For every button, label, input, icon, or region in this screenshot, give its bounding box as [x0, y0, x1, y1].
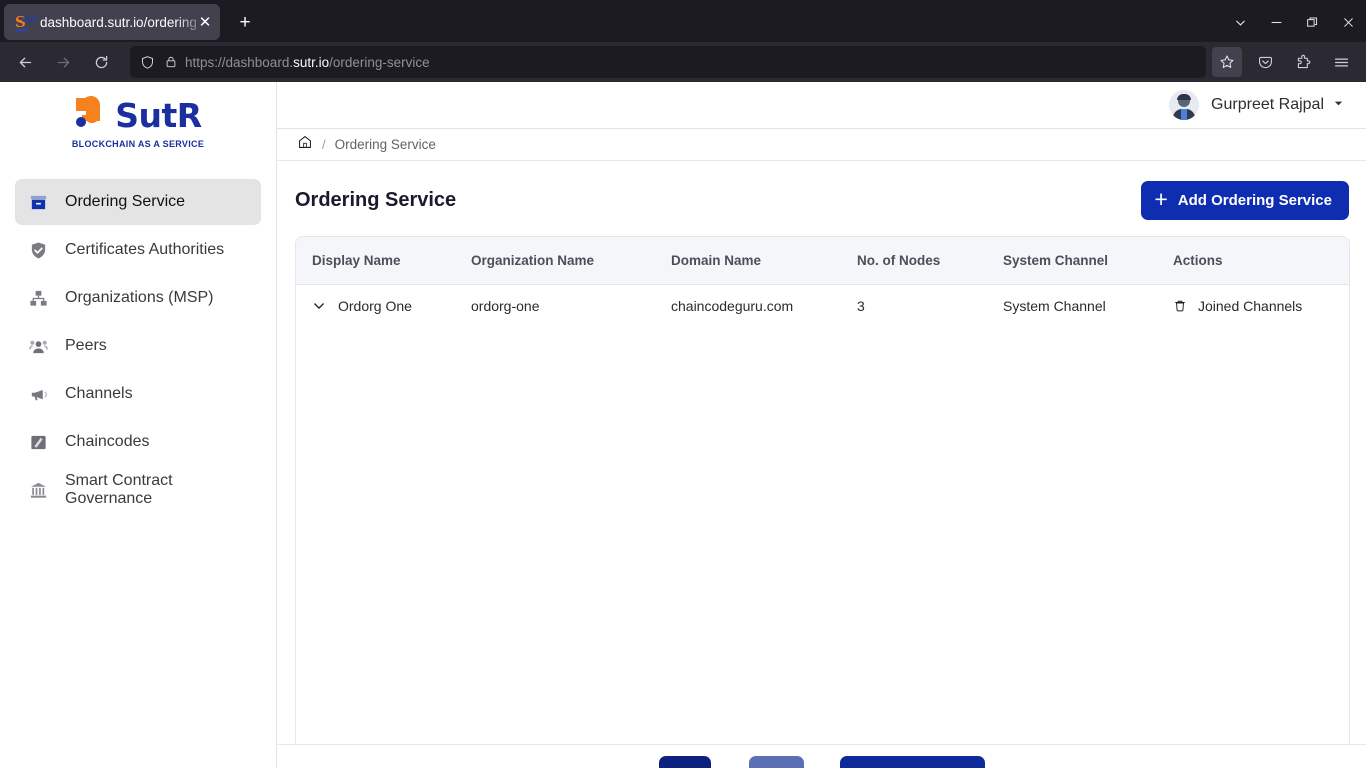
page-title: Ordering Service: [295, 189, 457, 211]
sidebar-item-smart-contract-governance[interactable]: Smart Contract Governance: [15, 467, 261, 513]
bottom-button-1[interactable]: [658, 756, 711, 768]
url-bar[interactable]: https://dashboard.sutr.io/ordering-servi…: [130, 46, 1206, 78]
url-suffix: /ordering-service: [329, 54, 430, 70]
star-icon[interactable]: [1212, 47, 1242, 77]
url-domain: sutr.io: [293, 54, 330, 70]
column-header-no-of-nodes[interactable]: No. of Nodes: [857, 237, 1003, 285]
sidebar-item-label: Ordering Service: [65, 193, 186, 210]
home-icon[interactable]: [297, 134, 313, 155]
sidebar-item-label: Chaincodes: [65, 433, 150, 450]
window-close-icon[interactable]: [1330, 6, 1366, 38]
toolbar-right: [1212, 46, 1360, 78]
breadcrumb-separator: /: [322, 137, 326, 152]
logo-tagline: BLOCKCHAIN AS A SERVICE: [71, 139, 205, 149]
browser-window: S SutR dashboard.sutr.io/ordering ✕ + ht…: [0, 0, 1366, 768]
page-header: Ordering Service + Add Ordering Service: [295, 181, 1350, 220]
bank-icon: [27, 479, 49, 501]
org-chart-icon: [27, 287, 49, 309]
column-header-organization-name[interactable]: Organization Name: [471, 237, 671, 285]
ordering-service-table: Display Name Organization Name Domain Na…: [296, 237, 1349, 327]
tab-title: dashboard.sutr.io/ordering: [40, 14, 197, 30]
avatar: [1169, 90, 1200, 120]
column-header-domain-name[interactable]: Domain Name: [671, 237, 857, 285]
url-prefix: https://dashboard.: [185, 54, 294, 70]
add-button-label: Add Ordering Service: [1177, 192, 1332, 209]
sidebar-item-organizations-msp[interactable]: Organizations (MSP): [15, 275, 261, 321]
sidebar-item-label: Channels: [65, 385, 133, 402]
new-tab-button[interactable]: +: [230, 7, 260, 37]
user-menu[interactable]: Gurpreet Rajpal: [1169, 90, 1344, 120]
forward-arrow-icon[interactable]: [47, 46, 79, 78]
table-header-row: Display Name Organization Name Domain Na…: [296, 237, 1349, 285]
minimize-icon[interactable]: [1258, 6, 1294, 38]
table-row[interactable]: Ordorg One ordorg-one chaincodeguru.com …: [296, 285, 1349, 328]
cell-domain-name: chaincodeguru.com: [671, 298, 794, 314]
sidebar-item-channels[interactable]: Channels: [15, 371, 261, 417]
display-name-value: Ordorg One: [338, 298, 412, 314]
sidebar-item-ordering-service[interactable]: Ordering Service: [15, 179, 261, 225]
plus-icon: +: [1154, 186, 1168, 212]
sidebar-item-label: Smart Contract Governance: [65, 472, 173, 507]
breadcrumb-current: Ordering Service: [334, 137, 436, 152]
tag-code-icon: [27, 431, 49, 453]
bottom-button-3[interactable]: [839, 756, 985, 768]
sutr-favicon-icon: S SutR: [15, 12, 38, 31]
trash-icon[interactable]: [1173, 299, 1187, 313]
sidebar-item-label: Certificates Authorities: [65, 241, 225, 258]
navigation-toolbar: https://dashboard.sutr.io/ordering-servi…: [0, 42, 1366, 82]
column-header-actions[interactable]: Actions: [1173, 237, 1349, 285]
add-ordering-service-button[interactable]: + Add Ordering Service: [1141, 181, 1349, 220]
breadcrumb: / Ordering Service: [277, 129, 1366, 161]
tab-strip: S SutR dashboard.sutr.io/ordering ✕ +: [0, 0, 1366, 42]
megaphone-icon: [27, 383, 49, 405]
sidebar-item-label: Organizations (MSP): [65, 289, 214, 306]
chevron-down-icon[interactable]: [1333, 96, 1344, 114]
sidebar-item-chaincodes[interactable]: Chaincodes: [15, 419, 261, 465]
shield-check-icon: [27, 239, 49, 261]
joined-channels-link[interactable]: Joined Channels: [1198, 298, 1302, 314]
sidebar-item-certificates-authorities[interactable]: Certificates Authorities: [15, 227, 261, 273]
user-name: Gurpreet Rajpal: [1211, 96, 1324, 113]
browser-tab[interactable]: S SutR dashboard.sutr.io/ordering ✕: [4, 4, 220, 40]
restore-icon[interactable]: [1294, 6, 1330, 38]
bottom-button-bar: [277, 744, 1366, 768]
chevron-down-icon[interactable]: [312, 299, 326, 313]
sidebar-item-peers[interactable]: Peers: [15, 323, 261, 369]
cell-actions: Joined Channels: [1173, 285, 1349, 328]
table-head: Display Name Organization Name Domain Na…: [296, 237, 1349, 285]
cell-organization-name: ordorg-one: [471, 298, 540, 314]
page-content: SutR BLOCKCHAIN AS A SERVICE Ordering Se…: [0, 82, 1366, 768]
window-controls: [1222, 2, 1366, 42]
url-text[interactable]: https://dashboard.sutr.io/ordering-servi…: [185, 55, 430, 70]
cell-system-channel: System Channel: [1003, 298, 1106, 314]
shield-icon[interactable]: [140, 55, 155, 70]
pocket-icon[interactable]: [1249, 46, 1281, 78]
sidebar: SutR BLOCKCHAIN AS A SERVICE Ordering Se…: [0, 82, 277, 768]
sutr-logo-mark-icon: [74, 96, 108, 134]
close-icon[interactable]: ✕: [196, 13, 214, 31]
sidebar-item-label: Peers: [65, 337, 107, 354]
cell-no-of-nodes: 3: [857, 298, 865, 314]
column-header-display-name[interactable]: Display Name: [296, 237, 471, 285]
back-arrow-icon[interactable]: [9, 46, 41, 78]
tab-list-chevron-icon[interactable]: [1222, 6, 1258, 38]
cell-display-name: Ordorg One: [296, 285, 471, 328]
logo-text: SutR: [115, 95, 202, 135]
content-area: Gurpreet Rajpal / Ordering Service Order…: [277, 82, 1366, 768]
peers-icon: [27, 335, 49, 357]
sidebar-nav: Ordering Service Certificates Authoritie…: [0, 179, 276, 513]
app-logo[interactable]: SutR BLOCKCHAIN AS A SERVICE: [0, 82, 276, 157]
archive-box-icon: [27, 191, 49, 213]
column-header-system-channel[interactable]: System Channel: [1003, 237, 1173, 285]
bottom-button-2[interactable]: [748, 756, 804, 768]
table-body: Ordorg One ordorg-one chaincodeguru.com …: [296, 285, 1349, 328]
top-bar: Gurpreet Rajpal: [277, 82, 1366, 129]
lock-icon[interactable]: [164, 55, 178, 69]
main-panel: Ordering Service + Add Ordering Service …: [277, 161, 1366, 768]
ordering-service-table-card: Display Name Organization Name Domain Na…: [295, 236, 1350, 768]
extensions-icon[interactable]: [1287, 46, 1319, 78]
reload-arrow-icon[interactable]: [85, 46, 117, 78]
hamburger-icon[interactable]: [1325, 46, 1357, 78]
